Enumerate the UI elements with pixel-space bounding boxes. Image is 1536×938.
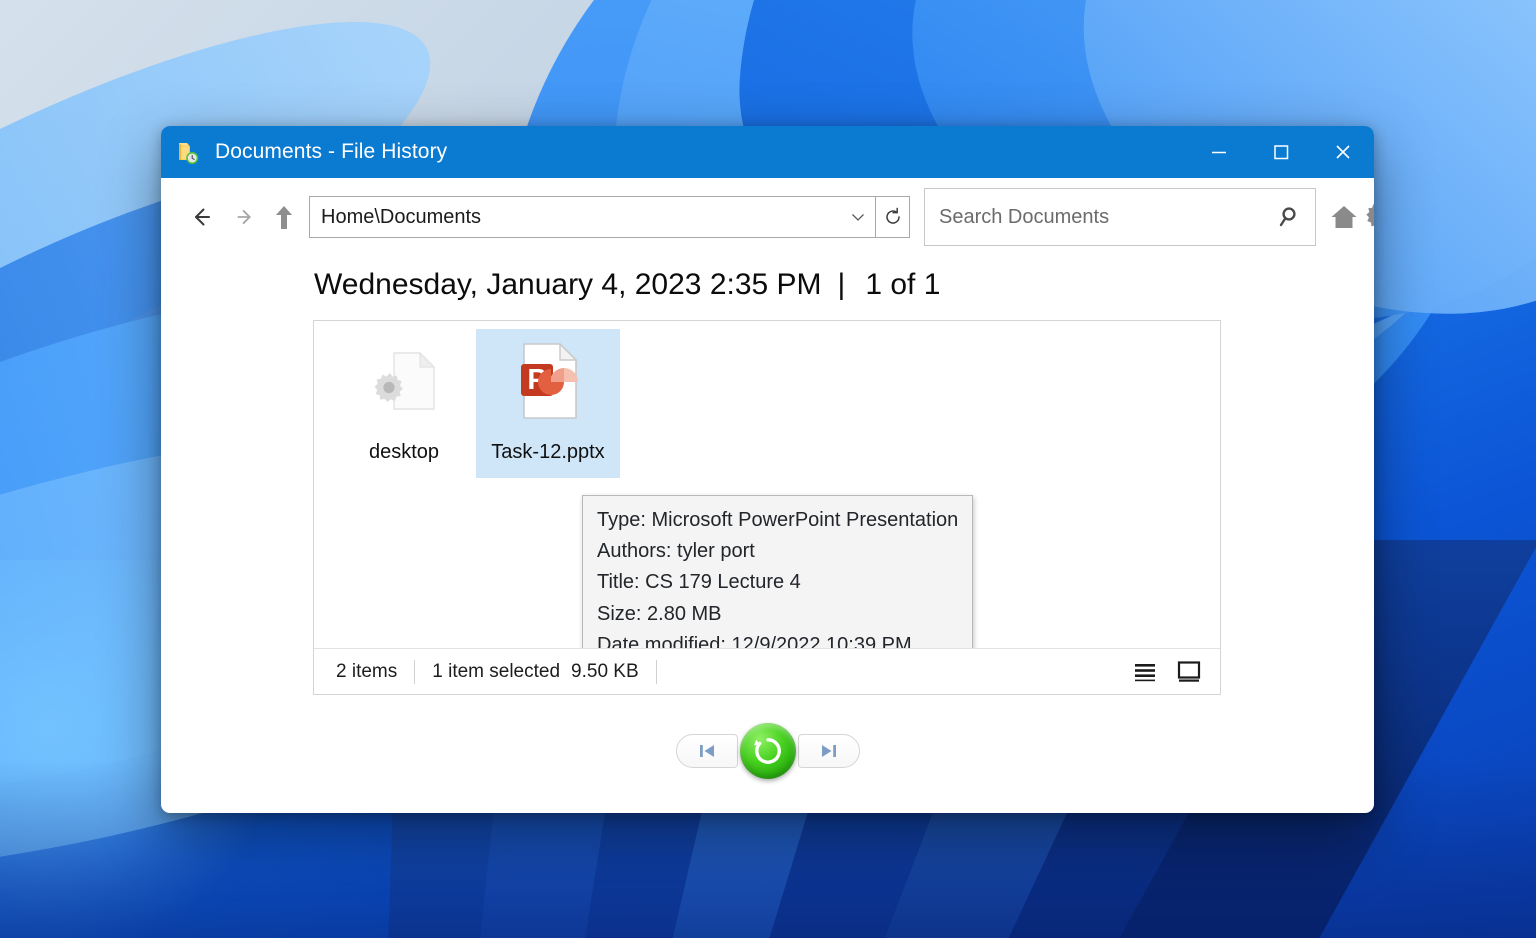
view-toggles xyxy=(1128,657,1206,687)
date-header: Wednesday, January 4, 2023 2:35 PM | 1 of … xyxy=(314,256,1374,312)
restore-controls xyxy=(161,695,1374,813)
item-count: 2 items xyxy=(336,660,398,682)
desktop-wallpaper: Documents - File History Home\Documents … xyxy=(0,0,1536,938)
status-divider xyxy=(655,659,657,684)
file-list-panel: desktop P Task-12.pptx Type: Microsoft P… xyxy=(313,320,1221,695)
list-item-label: desktop xyxy=(368,441,440,463)
restore-button[interactable] xyxy=(739,723,796,779)
large-icons-view-icon[interactable] xyxy=(1172,657,1206,687)
search-box[interactable] xyxy=(924,188,1316,246)
home-icon[interactable] xyxy=(1326,198,1362,236)
chevron-down-icon[interactable] xyxy=(841,197,875,237)
title-bar[interactable]: Documents - File History xyxy=(161,126,1374,178)
header-separator: | xyxy=(837,268,846,301)
window-controls xyxy=(1188,126,1374,178)
previous-version-button[interactable] xyxy=(675,734,738,768)
tooltip-authors: Authors: tyler port xyxy=(597,540,755,563)
navigation-bar: Home\Documents xyxy=(161,178,1374,256)
file-tooltip: Type: Microsoft PowerPoint Presentation … xyxy=(582,495,974,673)
selection-size: 9.50 KB xyxy=(571,660,639,682)
window-title: Documents - File History xyxy=(215,140,448,163)
list-item-label: Task-12.pptx xyxy=(491,441,605,463)
refresh-button[interactable] xyxy=(876,196,910,238)
gear-icon[interactable] xyxy=(1362,198,1374,236)
tooltip-size: Size: 2.80 MB xyxy=(597,602,722,625)
restore-button-cluster xyxy=(675,723,860,779)
next-version-button[interactable] xyxy=(797,734,860,768)
selection-info: 1 item selected xyxy=(432,660,561,682)
minimize-button[interactable] xyxy=(1188,126,1250,178)
powerpoint-file-icon: P xyxy=(504,337,592,425)
address-bar[interactable]: Home\Documents xyxy=(309,196,876,238)
snapshot-count: 1 of 1 xyxy=(865,268,941,301)
maximize-button[interactable] xyxy=(1250,126,1312,178)
forward-button xyxy=(223,195,267,239)
search-input[interactable] xyxy=(925,205,1267,229)
up-button[interactable] xyxy=(267,195,301,239)
file-history-window: Documents - File History Home\Documents … xyxy=(161,126,1374,813)
list-item[interactable]: desktop xyxy=(332,329,476,478)
toolbar-icons xyxy=(1326,198,1374,236)
tooltip-title: Title: CS 179 Lecture 4 xyxy=(597,571,801,594)
back-button[interactable] xyxy=(179,195,223,239)
snapshot-date: Wednesday, January 4, 2023 2:35 PM xyxy=(314,268,822,301)
address-path: Home\Documents xyxy=(321,205,482,228)
file-grid[interactable]: desktop P Task-12.pptx Type: Microsoft P… xyxy=(314,321,1220,673)
search-icon[interactable] xyxy=(1267,204,1315,230)
folder-history-icon xyxy=(177,139,203,165)
generic-config-file-icon xyxy=(360,337,448,425)
status-divider xyxy=(414,659,416,684)
list-item[interactable]: P Task-12.pptx xyxy=(476,329,620,478)
status-bar: 2 items 1 item selected 9.50 KB xyxy=(314,648,1220,694)
close-button[interactable] xyxy=(1312,126,1374,178)
tooltip-type: Type: Microsoft PowerPoint Presentation xyxy=(597,509,959,531)
details-view-icon[interactable] xyxy=(1128,657,1162,687)
